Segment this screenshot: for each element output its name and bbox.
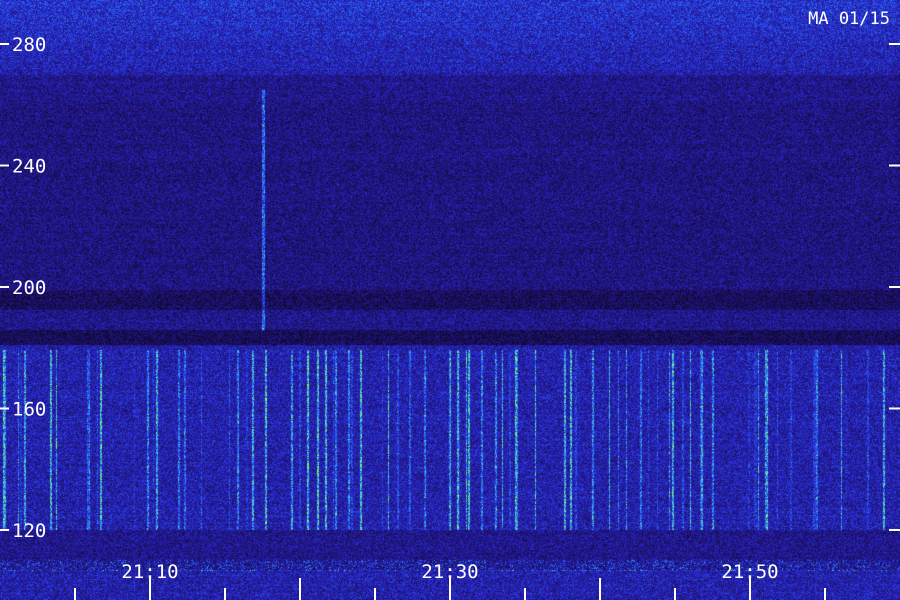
y-tick-label-240: 240 [12,156,46,178]
y-tick-label-120: 120 [12,520,46,542]
y-tick-label-200: 200 [12,277,46,299]
station-date-label: MA 01/15 [808,9,890,29]
chart-axes: 280 240 200 160 120 21:10 21:30 21:50 MA 01/15 [0,9,900,600]
spectrogram-chart: 280 240 200 160 120 21:10 21:30 21:50 MA 01/15 [0,0,900,600]
y-tick-label-160: 160 [12,399,46,421]
y-tick-label-280: 280 [12,34,46,56]
x-tick-label-10: 21:10 [121,561,178,583]
x-tick-label-50: 21:50 [721,561,778,583]
y-axis: 280 240 200 160 120 [0,34,900,542]
x-axis: 21:10 21:30 21:50 [74,561,826,600]
x-tick-label-30: 21:30 [421,561,478,583]
